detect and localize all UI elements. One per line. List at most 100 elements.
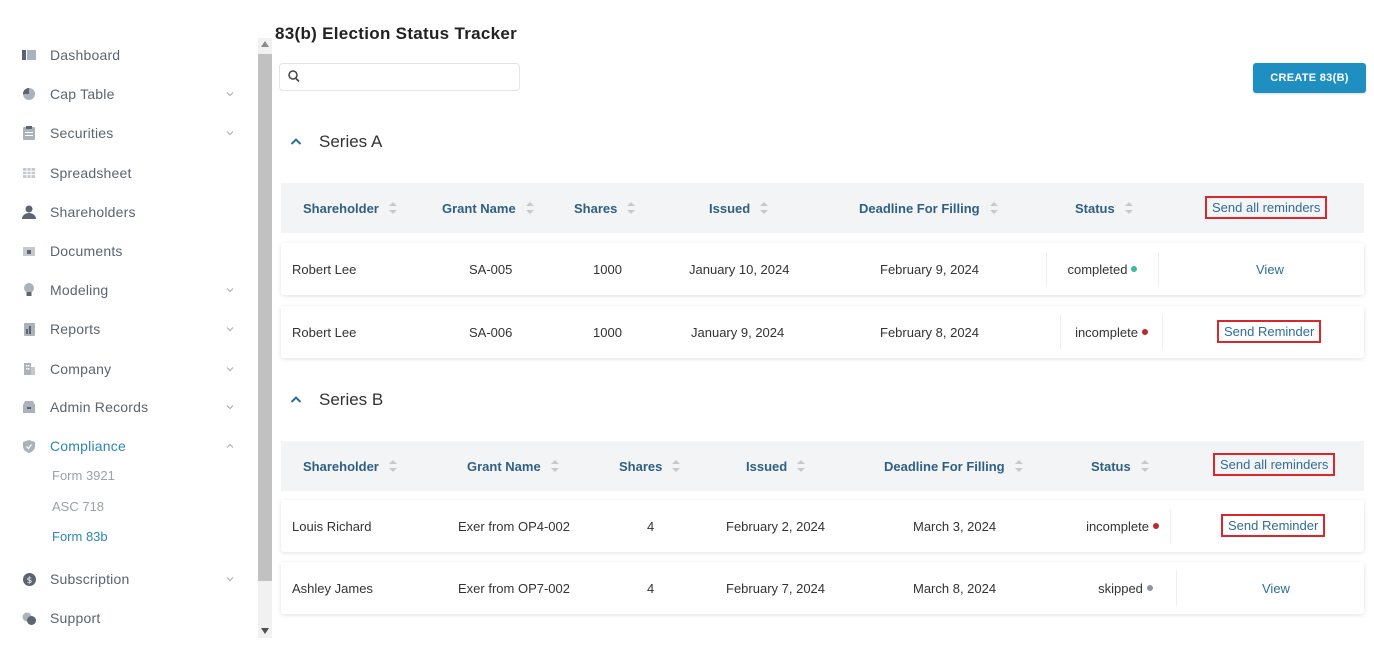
cell-issued: February 7, 2024	[726, 580, 826, 596]
folder-icon	[22, 244, 36, 258]
sidebar-item-label: Dashboard	[50, 47, 121, 63]
search-input[interactable]	[306, 68, 511, 86]
sidebar-item-label: Company	[50, 361, 112, 377]
shield-icon	[22, 439, 36, 453]
sidebar-item-reports[interactable]: Reports	[22, 314, 242, 344]
table-row: Ashley James Exer from OP7-002 4 Februar…	[281, 562, 1364, 614]
building-icon	[22, 362, 36, 376]
cell-shareholder: Robert Lee	[292, 261, 357, 277]
sidebar-item-modeling[interactable]: Modeling	[22, 275, 242, 305]
dollar-icon: $	[22, 572, 36, 586]
sidebar-item-documents[interactable]: Documents	[22, 236, 242, 266]
column-header-grant-name[interactable]: Grant Name	[442, 183, 534, 233]
chevron-down-icon	[226, 327, 234, 332]
sidebar-scrollbar[interactable]	[258, 38, 272, 638]
sidebar-item-label: Compliance	[50, 438, 126, 454]
scroll-down-arrow-icon[interactable]	[261, 628, 269, 634]
send-all-reminders-button[interactable]: Send all reminders	[1205, 196, 1328, 219]
sidebar-item-label: Support	[50, 610, 101, 626]
sidebar-item-label: Cap Table	[50, 86, 115, 102]
sidebar: Dashboard Cap Table Securities Spreadshe…	[0, 0, 256, 653]
send-reminder-button[interactable]: Send Reminder	[1221, 514, 1326, 537]
pie-chart-icon	[22, 87, 36, 101]
cell-issued: February 2, 2024	[726, 518, 826, 534]
view-button[interactable]: View	[1256, 243, 1284, 295]
chevron-down-icon	[226, 92, 234, 97]
sidebar-item-admin-records[interactable]: Admin Records	[22, 392, 242, 422]
sidebar-item-support[interactable]: Support	[22, 603, 242, 633]
sort-icon	[1140, 460, 1149, 472]
column-header-status[interactable]: Status	[1075, 183, 1133, 233]
table-row: Robert Lee SA-006 1000 January 9, 2024 F…	[281, 306, 1364, 358]
status-dot	[1152, 523, 1159, 529]
sidebar-item-label: Subscription	[50, 571, 130, 587]
sidebar-item-compliance[interactable]: Compliance	[22, 431, 242, 461]
sort-icon	[989, 202, 998, 214]
cell-deadline: February 9, 2024	[880, 261, 980, 277]
sidebar-subitem-form-83b[interactable]: Form 83b	[52, 529, 108, 544]
sidebar-item-cap-table[interactable]: Cap Table	[22, 79, 242, 109]
cell-grant-name: Exer from OP4-002	[458, 518, 570, 534]
cell-grant-name: Exer from OP7-002	[458, 580, 570, 596]
search-box[interactable]	[279, 63, 520, 91]
sidebar-item-label: Securities	[50, 125, 114, 141]
svg-text:$: $	[26, 576, 32, 586]
sort-icon	[672, 460, 681, 472]
column-header-deadline[interactable]: Deadline For Filling	[859, 183, 998, 233]
send-reminder-button[interactable]: Send Reminder	[1217, 320, 1322, 343]
clipboard-icon	[22, 126, 36, 140]
chevron-up-icon	[226, 443, 234, 448]
sidebar-item-securities[interactable]: Securities	[22, 118, 242, 148]
search-icon	[288, 70, 300, 83]
sort-icon	[627, 202, 636, 214]
column-header-status[interactable]: Status	[1091, 441, 1149, 491]
user-icon	[22, 205, 36, 219]
table-row: Louis Richard Exer from OP4-002 4 Februa…	[281, 500, 1364, 552]
cell-shareholder: Louis Richard	[292, 518, 372, 534]
sidebar-subitem-asc-718[interactable]: ASC 718	[52, 499, 104, 514]
sort-icon	[525, 202, 534, 214]
column-header-issued[interactable]: Issued	[709, 183, 769, 233]
cell-shareholder: Robert Lee	[292, 324, 357, 340]
sidebar-subitem-form-3921[interactable]: Form 3921	[52, 468, 115, 483]
chevron-up-icon	[290, 138, 302, 145]
sort-icon	[1124, 202, 1133, 214]
sidebar-item-label: Spreadsheet	[50, 165, 132, 181]
page-title: 83(b) Election Status Tracker	[275, 24, 518, 43]
app-root: Dashboard Cap Table Securities Spreadshe…	[0, 0, 1374, 653]
sidebar-item-subscription[interactable]: $ Subscription	[22, 564, 242, 594]
sort-icon	[797, 460, 806, 472]
section-title: Series B	[319, 390, 384, 409]
view-button[interactable]: View	[1262, 562, 1290, 614]
archive-icon	[22, 400, 36, 414]
chevron-down-icon	[226, 131, 234, 136]
send-all-reminders-button[interactable]: Send all reminders	[1213, 453, 1336, 476]
column-header-shares[interactable]: Shares	[574, 183, 636, 233]
sidebar-item-spreadsheet[interactable]: Spreadsheet	[22, 158, 242, 188]
report-icon	[22, 322, 36, 336]
column-header-shareholder[interactable]: Shareholder	[303, 183, 397, 233]
column-header-deadline[interactable]: Deadline For Filling	[884, 441, 1023, 491]
sidebar-item-shareholders[interactable]: Shareholders	[22, 197, 242, 227]
sidebar-item-label: Modeling	[50, 282, 109, 298]
create-83b-button[interactable]: CREATE 83(B)	[1253, 63, 1366, 93]
cell-shares: 1000	[593, 324, 622, 340]
sidebar-item-dashboard[interactable]: Dashboard	[22, 40, 242, 70]
scroll-thumb[interactable]	[258, 54, 272, 581]
column-header-issued[interactable]: Issued	[746, 441, 806, 491]
section-toggle-series-b[interactable]: Series B	[289, 388, 383, 412]
column-header-shares[interactable]: Shares	[619, 441, 681, 491]
sort-icon	[388, 202, 397, 214]
section-title: Series A	[319, 132, 383, 151]
column-header-shareholder[interactable]: Shareholder	[303, 441, 397, 491]
chevron-down-icon	[226, 367, 234, 372]
column-header-grant-name[interactable]: Grant Name	[467, 441, 559, 491]
status-dot	[1141, 329, 1148, 335]
grid-icon	[22, 166, 36, 180]
sidebar-item-company[interactable]: Company	[22, 354, 242, 384]
scroll-up-arrow-icon[interactable]	[261, 41, 269, 47]
status-badge: completed	[1046, 252, 1159, 286]
section-toggle-series-a[interactable]: Series A	[289, 130, 382, 154]
status-badge: incomplete	[1060, 315, 1163, 349]
cell-shares: 1000	[593, 261, 622, 277]
